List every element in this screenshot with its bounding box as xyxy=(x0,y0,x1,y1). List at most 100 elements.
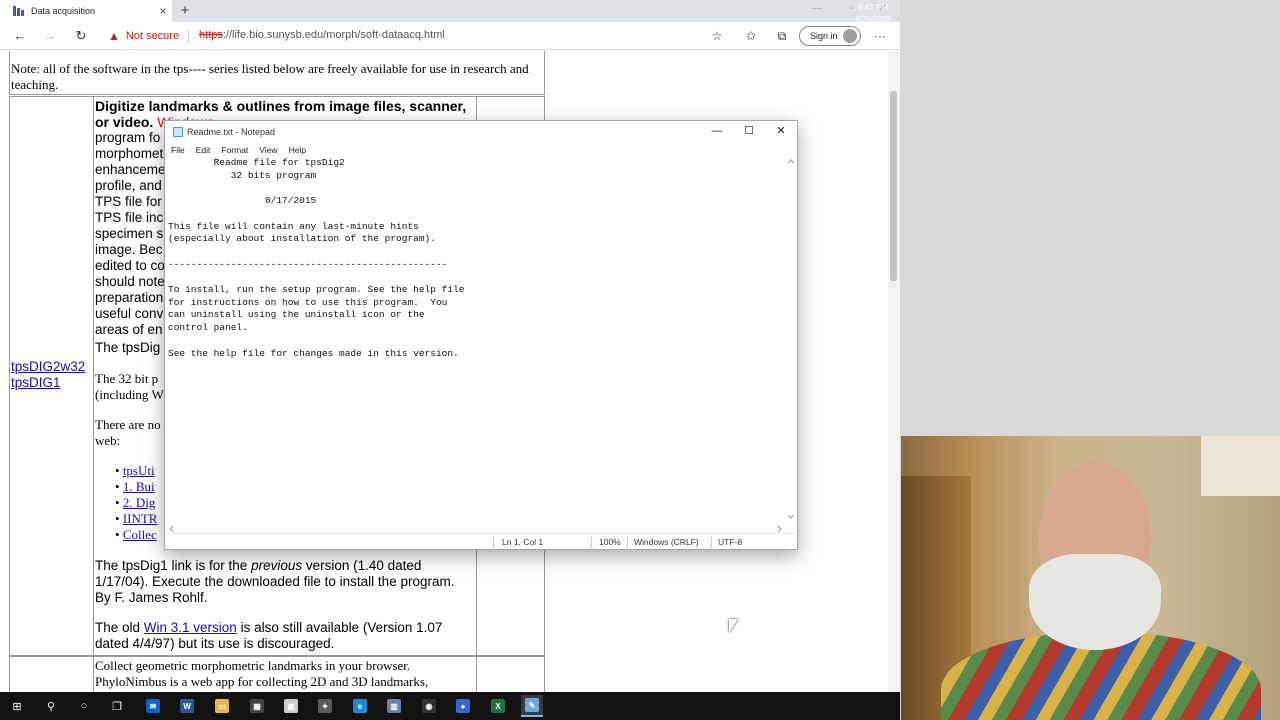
tab-data-acquisition[interactable]: Data acquisition × xyxy=(0,0,172,22)
description-line: TPS file for xyxy=(95,194,162,209)
list-item: • IINTR xyxy=(115,511,158,526)
list-link[interactable]: tpsUti xyxy=(123,463,155,478)
clock-date: 8/26/2020 xyxy=(855,15,891,24)
notepad-window: Readme.txt - Notepad — ☐ ✕ File Edit For… xyxy=(164,120,798,551)
list-item: • 1. Bui xyxy=(115,479,155,494)
status-divider xyxy=(493,537,494,551)
list-item: • Collec xyxy=(115,527,157,542)
taskbar-clock[interactable]: 6:42 PM 8/26/2020 xyxy=(848,2,898,26)
description-line: TPS file inc xyxy=(95,210,164,225)
section-heading: Digitize landmarks & outlines from image… xyxy=(95,98,467,114)
calculator-icon[interactable]: ▦ xyxy=(246,695,268,717)
notepad-title: Readme.txt - Notepad xyxy=(187,127,276,137)
start-icon-glyph: ⊞ xyxy=(12,700,22,713)
webcam-person-beard xyxy=(1029,554,1161,650)
warning-icon: ▲ xyxy=(108,29,120,43)
notepad-titlebar[interactable]: Readme.txt - Notepad — ☐ ✕ xyxy=(165,121,797,143)
tpsdig2w32-link[interactable]: tpsDIG2w32 xyxy=(11,359,85,375)
win31-version-link[interactable]: Win 3.1 version xyxy=(144,620,237,635)
sign-in-button[interactable]: Sign in xyxy=(799,26,861,46)
search-icon-glyph: ⚲ xyxy=(46,700,56,713)
para-there-line: There are no xyxy=(95,417,161,432)
notepad-minimize-button[interactable]: — xyxy=(701,121,733,143)
notepad-horizontal-scrollbar[interactable] xyxy=(167,521,785,533)
list-link[interactable]: 2. Dig xyxy=(123,495,156,510)
excel-icon[interactable]: X xyxy=(487,695,509,717)
para-32bit-line: The 32 bit p xyxy=(95,371,159,386)
tab-bar: Data acquisition × + — ▫ ✕ xyxy=(0,0,900,22)
word-icon[interactable]: W xyxy=(176,695,198,717)
search-icon[interactable]: ⚲ xyxy=(40,695,62,717)
file-explorer-icon-glyph: ▭ xyxy=(215,699,229,713)
more-menu-button[interactable]: ··· xyxy=(869,27,891,45)
page-scroll-thumb[interactable] xyxy=(890,91,897,281)
text-span: version (1.40 dated xyxy=(302,558,422,573)
edge-icon[interactable]: e xyxy=(349,695,371,717)
notepad-app-icon xyxy=(173,127,183,137)
description-line: specimen s xyxy=(95,226,164,241)
new-tab-button[interactable]: + xyxy=(176,1,194,21)
tpsdig1-link[interactable]: tpsDIG1 xyxy=(11,375,61,391)
task-view-icon[interactable]: ❐ xyxy=(106,695,128,717)
tps-app-icon[interactable]: ▥ xyxy=(383,695,405,717)
image-app-icon-glyph: ✦ xyxy=(318,699,332,713)
forward-button[interactable]: → xyxy=(38,26,62,46)
menu-help[interactable]: Help xyxy=(289,145,306,155)
software-note: Note: all of the software in the tps----… xyxy=(11,61,529,92)
url-field[interactable]: https://life.bio.sunysb.edu/morph/soft-d… xyxy=(199,29,445,41)
cortana-icon[interactable]: ○ xyxy=(73,695,95,717)
notepad-menubar: File Edit Format View Help xyxy=(165,143,797,157)
favorite-star-icon[interactable]: ☆ xyxy=(706,27,728,45)
notepad-icon[interactable]: ✎ xyxy=(521,695,543,717)
menu-view[interactable]: View xyxy=(259,145,277,155)
notepad-close-button[interactable]: ✕ xyxy=(765,121,797,143)
cortana-icon-glyph: ○ xyxy=(80,700,88,712)
status-encoding: UTF-8 xyxy=(718,537,743,547)
para-32bit-line: (including W xyxy=(95,387,164,402)
description-line: useful conv xyxy=(95,306,164,321)
notepad-statusbar: Ln 1, Col 1 100% Windows (CRLF) UTF-8 xyxy=(165,533,797,551)
notepad-text-area[interactable]: Readme file for tpsDig2 32 bits program … xyxy=(167,157,785,521)
menu-edit[interactable]: Edit xyxy=(196,145,211,155)
list-link[interactable]: 1. Bui xyxy=(123,479,155,494)
list-item: • tpsUti xyxy=(115,463,155,478)
notepad-maximize-button[interactable]: ☐ xyxy=(733,121,765,143)
text-span: The tpsDig1 link is for the xyxy=(95,558,252,573)
image-app-icon[interactable]: ✦ xyxy=(314,695,336,717)
back-button[interactable]: ← xyxy=(8,26,32,46)
sign-in-label: Sign in xyxy=(810,31,838,41)
page-favicon-icon xyxy=(13,6,25,16)
description-line: edited to co xyxy=(95,258,165,273)
menu-format[interactable]: Format xyxy=(221,145,248,155)
chrome-like-icon[interactable]: ● xyxy=(452,695,474,717)
mouse-cursor-icon xyxy=(729,619,738,633)
file-explorer-icon[interactable]: ▭ xyxy=(211,695,233,717)
favorites-list-icon[interactable]: ✩ xyxy=(740,27,762,45)
description-line: image. Bec xyxy=(95,242,163,257)
tab-close-icon[interactable]: × xyxy=(154,4,172,18)
notepad-vertical-scrollbar[interactable] xyxy=(785,157,797,521)
calculator-icon-glyph: ▦ xyxy=(250,699,264,713)
webcam-background-light xyxy=(1201,436,1280,496)
refresh-button[interactable]: ↻ xyxy=(69,26,93,46)
link-cell-2 xyxy=(9,656,94,692)
menu-file[interactable]: File xyxy=(171,145,185,155)
camera-app-icon-glyph: ◉ xyxy=(422,699,436,713)
store-icon[interactable]: ▣ xyxy=(280,695,302,717)
status-divider xyxy=(627,537,628,551)
camera-app-icon[interactable]: ◉ xyxy=(418,695,440,717)
page-scrollbar[interactable] xyxy=(888,51,900,692)
list-link[interactable]: Collec xyxy=(123,527,157,542)
list-link[interactable]: IINTR xyxy=(123,511,158,526)
status-cursor-position: Ln 1, Col 1 xyxy=(502,537,544,547)
security-indicator[interactable]: ▲ Not secure xyxy=(108,28,179,44)
mail-icon[interactable]: ✉ xyxy=(142,695,164,717)
clock-time: 6:42 PM xyxy=(858,3,888,12)
status-line-ending: Windows (CRLF) xyxy=(634,537,699,547)
start-icon[interactable]: ⊞ xyxy=(6,695,28,717)
para-there-line: web: xyxy=(95,433,121,448)
tps-app-icon-glyph: ▥ xyxy=(387,699,401,713)
collections-icon[interactable]: ⧉ xyxy=(771,27,793,45)
browser-minimize-button[interactable]: — xyxy=(800,0,834,22)
text-span: The old xyxy=(95,620,144,635)
